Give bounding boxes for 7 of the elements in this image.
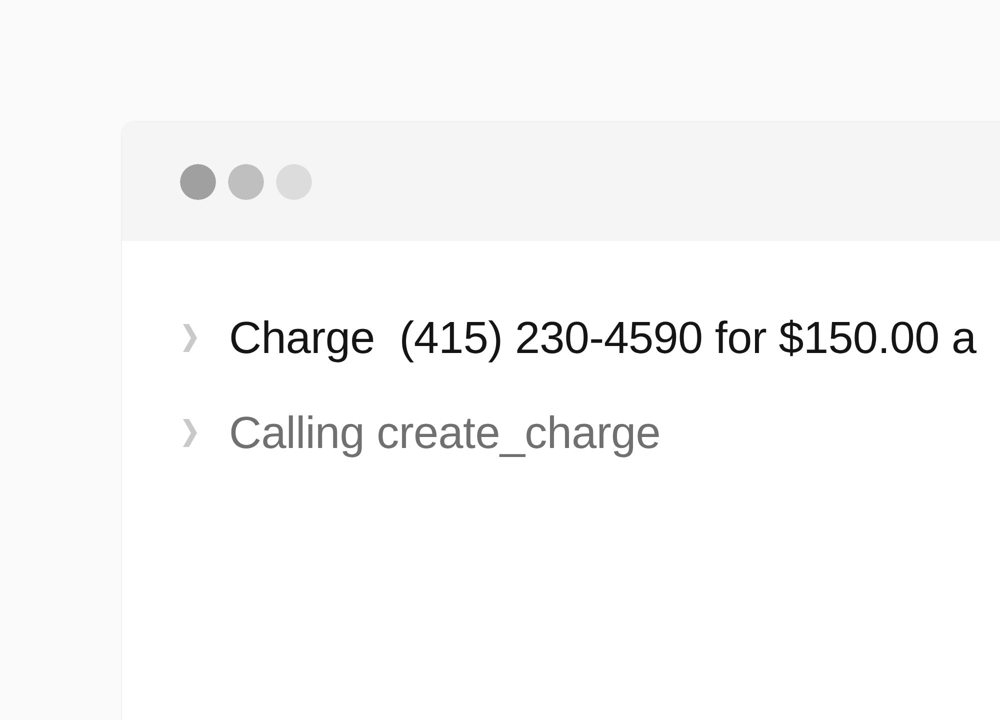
window-dot-icon[interactable] — [228, 164, 264, 200]
prompt-text: Charge (415) 230-4590 for $150.00 a — [229, 311, 976, 365]
tool-call-text: Calling create_charge — [229, 406, 660, 460]
chevron-icon[interactable] — [181, 323, 198, 353]
chevron-icon[interactable] — [181, 418, 198, 448]
window-dot-icon[interactable] — [276, 164, 312, 200]
window-dot-icon[interactable] — [180, 164, 216, 200]
